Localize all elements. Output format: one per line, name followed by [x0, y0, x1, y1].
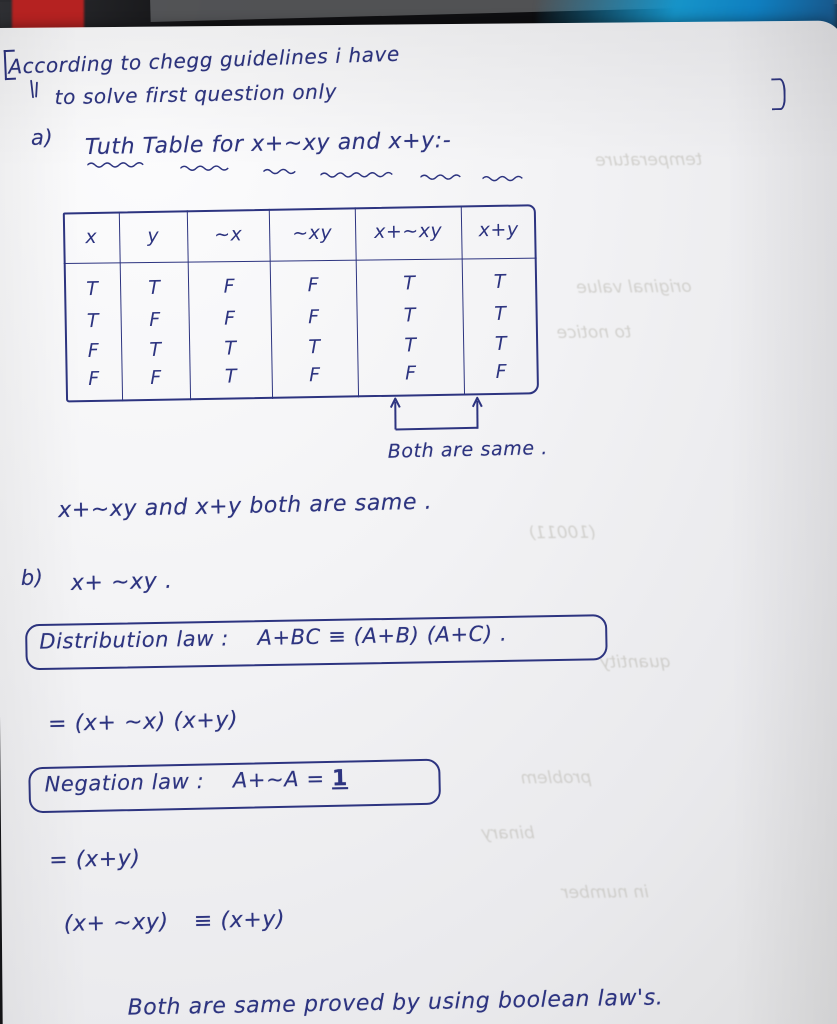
truth-table-header-cell: x	[85, 225, 98, 249]
part-b-final-statement: Both are same proved by using boolean la…	[127, 985, 664, 1021]
check-mark-glyph	[30, 79, 38, 99]
truth-table-header-cell: x+y	[478, 218, 519, 242]
squiggle-underline-expr1	[320, 169, 405, 179]
truth-table-cell: F	[495, 360, 507, 383]
truth-table-cell: F	[307, 306, 320, 329]
truth-table-cell: T	[224, 365, 237, 388]
show-through-text: temperature	[595, 149, 703, 171]
check-mark-icon	[25, 78, 48, 107]
step-3: (x+ ~xy) ≡ (x+y)	[63, 906, 286, 937]
header-note-line-1: According to chegg guidelines i have	[7, 41, 401, 79]
negation-law-formula: A+~A =	[232, 766, 325, 793]
show-through-text: to notice	[556, 322, 632, 344]
squiggle-underline-table	[180, 163, 235, 172]
truth-table-cell: F	[307, 274, 319, 297]
squiggle-underline-and	[420, 172, 466, 181]
header-note-line-2: to solve first question only	[54, 79, 338, 110]
negation-law-value: 1	[331, 766, 349, 792]
show-through-text: (10011)	[528, 522, 596, 544]
part-a-label: a)	[30, 125, 54, 150]
paper-sheet: temperature original value to notice (10011…	[0, 20, 837, 1024]
part-a-conclusion: x+~xy and x+y both are same .	[57, 489, 433, 524]
truth-table-cell: T	[224, 337, 237, 360]
step-3-right: (x+y)	[220, 906, 286, 934]
squiggle-underline-for	[263, 166, 301, 175]
truth-table-cell: F	[87, 339, 99, 363]
truth-table-cell: F	[309, 364, 321, 387]
step-2: = (x+y)	[48, 846, 141, 874]
part-a-title: Tuth Table for x+~xy and x+y:-	[84, 128, 452, 161]
show-through-text: problem	[520, 767, 592, 789]
truth-table-header-cell: x+~xy	[373, 219, 443, 244]
show-through-text: original value	[576, 276, 692, 298]
truth-table-cell: T	[403, 272, 416, 295]
truth-table-cell: F	[149, 308, 161, 331]
truth-table-header-cell: ~xy	[292, 221, 333, 245]
part-b-expression: x+ ~xy .	[70, 568, 173, 597]
truth-table-cell: T	[86, 277, 99, 301]
truth-table-cell: T	[493, 270, 506, 293]
step-1: = (x+ ~x) (x+y)	[47, 707, 239, 737]
truth-table-cell: F	[224, 307, 236, 330]
truth-table-cell: T	[404, 334, 417, 357]
both-same-annotation: Both are same .	[387, 437, 549, 463]
truth-table-cell: F	[223, 275, 235, 298]
truth-table-header-cell: ~x	[213, 223, 243, 246]
both-same-bracket-arrows	[389, 396, 483, 431]
show-through-text: in number	[561, 882, 649, 904]
truth-table-cell: T	[308, 336, 321, 359]
show-through-text: quantity	[599, 652, 671, 673]
document-photo: temperature original value to notice (10011…	[0, 0, 837, 1024]
negation-law-name: Negation law :	[44, 769, 205, 797]
truth-table-cell: T	[86, 309, 99, 333]
truth-table-cell: T	[148, 276, 161, 299]
truth-table-header-cell: y	[147, 224, 160, 248]
truth-table-cell: F	[88, 367, 100, 391]
squiggle-underline-truth	[87, 160, 149, 170]
truth-table-cell: F	[150, 366, 162, 389]
step-3-equivalence-sign: ≡	[193, 908, 214, 935]
squiggle-underline-expr2	[482, 173, 530, 182]
truth-table-cell: T	[149, 338, 162, 361]
show-through-text: binary	[480, 823, 535, 844]
truth-table-cell: T	[494, 302, 507, 325]
paper-lighting-overlay	[0, 20, 837, 1024]
truth-table-cell: F	[404, 362, 417, 385]
both-same-bracket	[389, 395, 483, 432]
distribution-law-name: Distribution law :	[39, 626, 230, 654]
truth-table-cell: T	[403, 304, 416, 327]
part-b-label: b)	[20, 565, 44, 590]
distribution-law-formula: A+BC ≡ (A+B) (A+C) .	[257, 621, 508, 650]
step-3-left: (x+ ~xy)	[63, 909, 169, 937]
header-bracket-right	[771, 77, 787, 111]
truth-table: x y ~x ~xy x+~xy x+y TTFFTTTFFFTTFTTTTTFFTFFF	[62, 204, 540, 403]
truth-table-cell: T	[494, 332, 507, 355]
